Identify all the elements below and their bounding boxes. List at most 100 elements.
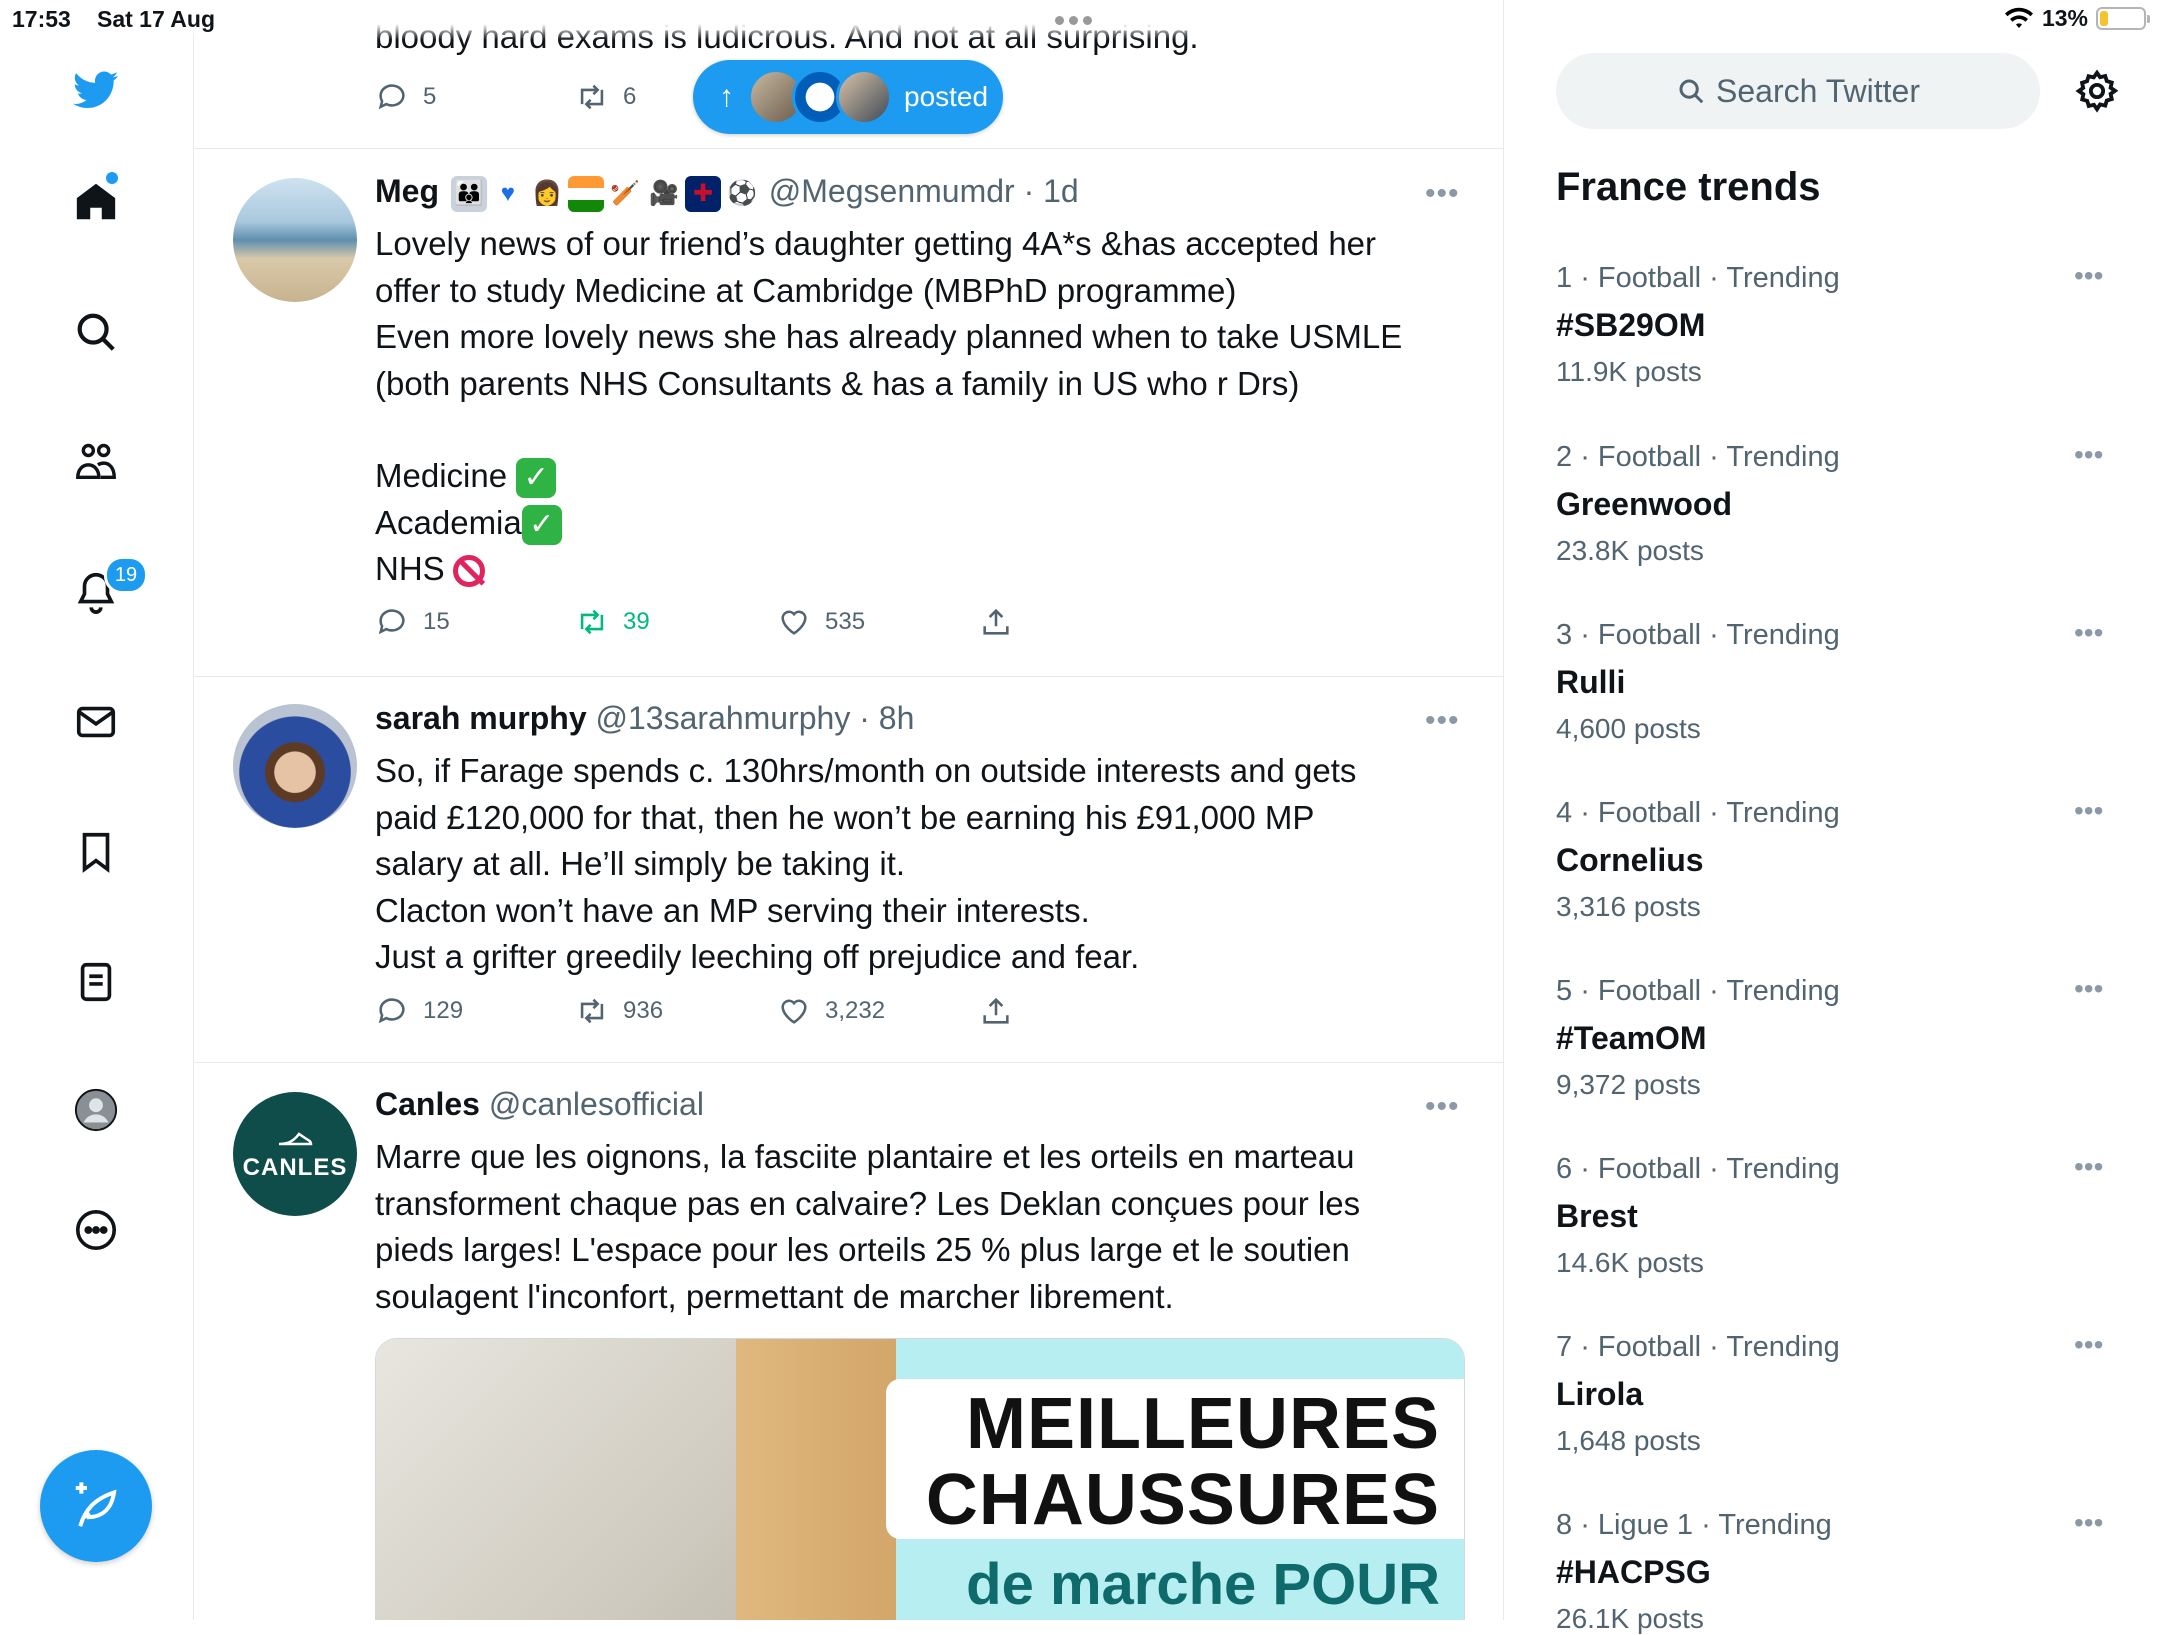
- compose-feather-icon: [75, 1482, 117, 1527]
- reply-count: 15: [423, 608, 450, 635]
- communities-icon[interactable]: [66, 432, 126, 492]
- lists-icon[interactable]: [66, 952, 126, 1012]
- retweet-button[interactable]: 39: [575, 605, 777, 639]
- messages-icon[interactable]: [66, 692, 126, 752]
- author-name[interactable]: sarah murphy: [375, 700, 587, 736]
- retweet-icon: [580, 84, 604, 110]
- notifications-badge: 19: [104, 556, 148, 594]
- more-options-icon[interactable]: •••: [2074, 617, 2103, 649]
- bookmarks-icon[interactable]: [66, 822, 126, 882]
- author-handle[interactable]: @canlesofficial: [489, 1086, 704, 1122]
- status-date: Sat 17 Aug: [97, 6, 216, 32]
- search-icon[interactable]: [66, 302, 126, 362]
- check-mark-icon: ✓: [521, 504, 562, 545]
- timeline[interactable]: bloody hard exams is ludicrous. And not …: [193, 0, 1504, 1620]
- more-options-icon[interactable]: •••: [1425, 177, 1460, 211]
- trend-name: Greenwood: [1556, 486, 1733, 522]
- profile-icon[interactable]: [66, 1080, 126, 1140]
- more-options-icon[interactable]: •••: [2074, 1329, 2103, 1361]
- cricket-icon: 🏏: [609, 179, 640, 207]
- author-name[interactable]: Meg: [375, 173, 439, 209]
- share-button[interactable]: [979, 605, 1013, 639]
- trend-count: 14.6K posts: [1556, 1247, 1704, 1278]
- family-emoji-icon: 👪: [450, 175, 487, 212]
- author-name[interactable]: Canles: [375, 1086, 480, 1122]
- prev-tweet-actions: 5 6: [375, 80, 636, 114]
- avatar[interactable]: CANLES: [233, 1092, 357, 1216]
- trend-count: 11.9K posts: [1556, 356, 1702, 387]
- trend-count: 23.8K posts: [1556, 535, 1704, 566]
- twitter-logo-icon[interactable]: [66, 60, 126, 120]
- status-time: 17:53: [12, 6, 71, 32]
- search-icon: [1679, 79, 1704, 104]
- more-options-icon[interactable]: •••: [2074, 439, 2103, 471]
- trends-title: France trends: [1556, 165, 1821, 209]
- prohibited-icon: [452, 555, 485, 588]
- trend-name: Brest: [1556, 1198, 1638, 1234]
- like-count: 535: [825, 608, 866, 635]
- share-button[interactable]: [979, 994, 1013, 1028]
- arrow-up-icon: ↑: [719, 80, 734, 113]
- ad-image[interactable]: MEILLEURES CHAUSSURES de marche POUR: [375, 1338, 1465, 1620]
- football-icon: ⚽: [726, 179, 757, 207]
- trend-item[interactable]: 4 · Football · Trending Cornelius 3,316 …: [1556, 795, 2116, 923]
- trend-count: 9,372 posts: [1556, 1069, 1701, 1100]
- battery-icon: [2096, 7, 2150, 30]
- author-handle[interactable]: @13sarahmurphy: [596, 700, 851, 736]
- author-handle[interactable]: @Megsenmumdr: [769, 173, 1015, 209]
- tweet-time[interactable]: 8h: [879, 700, 915, 736]
- new-posts-pill[interactable]: ↑ posted: [693, 60, 1003, 134]
- more-options-icon[interactable]: •••: [2074, 795, 2103, 827]
- retweet-count: 39: [623, 608, 650, 635]
- avatar[interactable]: [233, 704, 357, 828]
- more-options-icon[interactable]: •••: [2074, 260, 2103, 292]
- trend-item[interactable]: 1 · Football · Trending #SB29OM 11.9K po…: [1556, 260, 2116, 388]
- india-flag-icon: [567, 175, 604, 212]
- search-input[interactable]: Search Twitter: [1556, 53, 2040, 129]
- tweet[interactable]: Meg 👪 ♥ 👩 🏏 🎥 ✚ ⚽ @Megsenmumdr · 1d ••• Lovely…: [193, 149, 1503, 677]
- more-options-icon[interactable]: •••: [1425, 704, 1460, 738]
- settings-gear-icon[interactable]: [2074, 68, 2120, 114]
- reply-button[interactable]: 15: [375, 605, 575, 639]
- tweet-time[interactable]: 1d: [1043, 173, 1079, 209]
- retweet-button[interactable]: 6: [575, 80, 636, 114]
- more-options-icon[interactable]: •••: [2074, 1507, 2103, 1539]
- trend-count: 26.1K posts: [1556, 1603, 1704, 1634]
- more-icon[interactable]: [66, 1200, 126, 1260]
- share-icon: [983, 997, 1009, 1024]
- blue-heart-icon: ♥: [500, 179, 516, 207]
- battery-percent: 13%: [2041, 5, 2088, 31]
- compose-tweet-button[interactable]: [40, 1450, 152, 1562]
- trend-item[interactable]: 3 · Football · Trending Rulli 4,600 post…: [1556, 617, 2116, 745]
- avatar-brand-text: CANLES: [242, 1154, 348, 1181]
- retweet-button[interactable]: 936: [575, 994, 777, 1028]
- trend-item[interactable]: 5 · Football · Trending #TeamOM 9,372 po…: [1556, 973, 2116, 1101]
- tweet-text: Lovely news of our friend’s daughter get…: [375, 225, 1403, 588]
- tweet-actions: 15 39 535: [375, 605, 1013, 639]
- tweet-text: So, if Farage spends c. 130hrs/month on …: [375, 752, 1357, 975]
- like-button[interactable]: 535: [777, 605, 979, 639]
- trend-item[interactable]: 6 · Football · Trending Brest 14.6K post…: [1556, 1151, 2116, 1279]
- multitasking-dots[interactable]: [1055, 12, 1105, 25]
- ad-headline-3: de marche POUR: [966, 1552, 1440, 1617]
- trend-item[interactable]: 8 · Ligue 1 · Trending #HACPSG 26.1K pos…: [1556, 1507, 2116, 1635]
- heart-icon: [781, 999, 807, 1024]
- reply-button[interactable]: 5: [375, 80, 575, 114]
- more-options-icon[interactable]: •••: [1425, 1090, 1460, 1124]
- reply-count: 5: [423, 83, 437, 110]
- share-icon: [983, 608, 1009, 635]
- reply-icon: [378, 998, 405, 1024]
- uk-flag-icon: ✚: [684, 175, 721, 212]
- wifi-icon: [2004, 7, 2033, 28]
- tweet[interactable]: sarah murphy @13sarahmurphy · 8h ••• So,…: [193, 676, 1503, 1063]
- trend-item[interactable]: 2 · Football · Trending Greenwood 23.8K …: [1556, 439, 2116, 567]
- trend-name: Lirola: [1556, 1376, 1644, 1412]
- like-button[interactable]: 3,232: [777, 994, 979, 1028]
- reply-button[interactable]: 129: [375, 994, 575, 1028]
- avatar[interactable]: [233, 178, 357, 302]
- more-options-icon[interactable]: •••: [2074, 1151, 2103, 1183]
- trend-item[interactable]: 7 · Football · Trending Lirola 1,648 pos…: [1556, 1329, 2116, 1457]
- trend-count: 4,600 posts: [1556, 713, 1701, 744]
- more-options-icon[interactable]: •••: [2074, 973, 2103, 1005]
- reply-count: 129: [423, 997, 464, 1024]
